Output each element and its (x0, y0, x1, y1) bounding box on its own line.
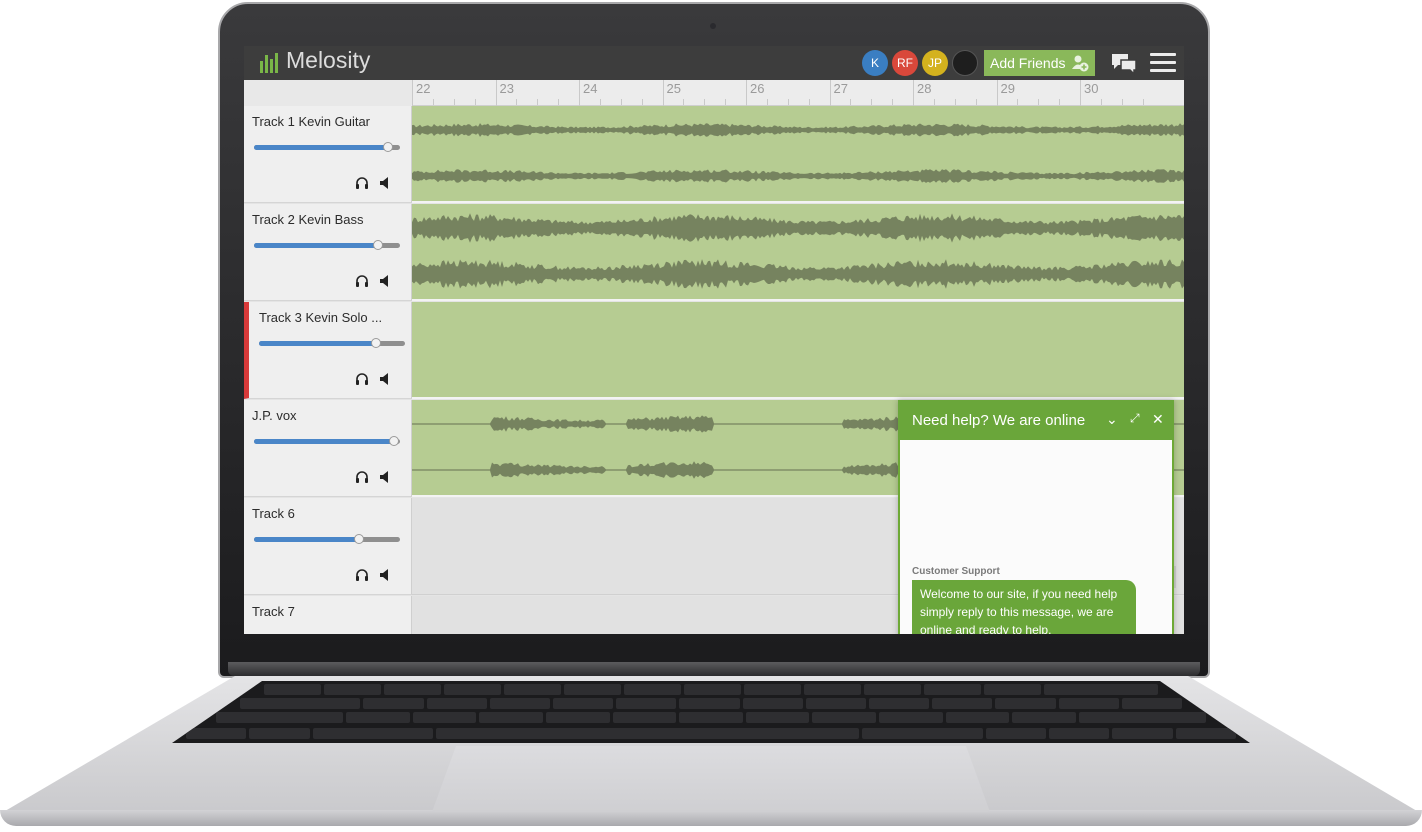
track-name[interactable]: Track 1 Kevin Guitar (252, 114, 370, 129)
track-header[interactable]: J.P. vox (244, 400, 412, 497)
ruler-tick (1080, 80, 1081, 106)
track-header[interactable]: Track 3 Kevin Solo ... (244, 302, 412, 399)
timeline-ruler[interactable]: 22 23 24 25 26 27 28 29 30 (244, 80, 1184, 106)
ruler-bar-number: 25 (666, 81, 681, 96)
chat-title: Need help? We are online (912, 411, 1086, 429)
add-user-icon (1072, 55, 1089, 72)
waveform-channel (412, 259, 1184, 289)
chat-message: Welcome to our site, if you need help si… (912, 580, 1136, 634)
ruler-bar-number: 27 (833, 81, 848, 96)
volume-slider[interactable] (254, 436, 400, 446)
ruler-tick (913, 80, 914, 106)
chat-sender: Customer Support (912, 566, 1000, 577)
hamburger-menu-icon[interactable] (1150, 53, 1176, 77)
volume-slider-thumb[interactable] (373, 240, 384, 250)
logo-bars-icon (260, 61, 263, 73)
track-row: Track 3 Kevin Solo ... (244, 302, 1184, 400)
waveform-channel (412, 123, 1184, 137)
add-friends-label: Add Friends (990, 55, 1066, 71)
close-icon[interactable]: ✕ (1152, 411, 1164, 428)
ruler-bar-number: 22 (416, 81, 431, 96)
ruler-bar-number: 30 (1084, 81, 1099, 96)
waveform-channel (412, 213, 1184, 243)
speaker-icon[interactable] (379, 372, 391, 391)
ruler-tick (746, 80, 747, 106)
speaker-icon[interactable] (379, 274, 391, 293)
ruler-bar-number: 23 (499, 81, 514, 96)
track-row: Track 1 Kevin Guitar (244, 106, 1184, 204)
track-header[interactable]: Track 2 Kevin Bass (244, 204, 412, 301)
volume-slider[interactable] (254, 240, 400, 250)
volume-slider-thumb[interactable] (354, 534, 365, 544)
avatar[interactable]: K (862, 50, 888, 76)
avatar[interactable]: JP (922, 50, 948, 76)
top-bar: Melosity K RF JP Add Friends (244, 46, 1184, 80)
headphones-icon[interactable] (355, 470, 369, 489)
volume-slider[interactable] (254, 534, 400, 544)
chat-bubbles-icon[interactable] (1110, 52, 1138, 76)
ruler-bar-number: 29 (1000, 81, 1015, 96)
track-lane[interactable] (412, 106, 1184, 203)
ruler-bar-number: 24 (583, 81, 598, 96)
volume-slider[interactable] (254, 142, 400, 152)
headphones-icon[interactable] (355, 568, 369, 587)
volume-slider-thumb[interactable] (383, 142, 394, 152)
logo[interactable]: Melosity (260, 47, 370, 73)
ruler-tick (662, 80, 664, 106)
waveform-channel (412, 169, 1184, 183)
laptop-base-edge (0, 810, 1422, 826)
track-name[interactable]: J.P. vox (252, 408, 297, 423)
avatar[interactable]: RF (892, 50, 918, 76)
ruler-tick (829, 80, 831, 106)
headphones-icon[interactable] (355, 274, 369, 293)
app-name: Melosity (286, 47, 371, 73)
speaker-icon[interactable] (379, 470, 391, 489)
app-screen: Melosity K RF JP Add Friends 22 23 24 25… (244, 46, 1184, 634)
audio-waveform (412, 123, 1184, 183)
volume-slider-thumb[interactable] (389, 436, 400, 446)
speaker-icon[interactable] (379, 176, 391, 195)
volume-slider-thumb[interactable] (370, 338, 381, 348)
ruler-tick (579, 80, 580, 106)
add-friends-button[interactable]: Add Friends (984, 50, 1095, 76)
ruler-tick (996, 80, 998, 106)
ruler-tick (412, 80, 413, 106)
minimize-chevron-icon[interactable]: ⌄ (1106, 411, 1118, 428)
speaker-icon[interactable] (379, 568, 391, 587)
track-name[interactable]: Track 6 (252, 506, 295, 521)
laptop-hinge (228, 662, 1200, 676)
audio-waveform (412, 213, 1184, 289)
track-lane[interactable] (412, 302, 1184, 399)
headphones-icon[interactable] (355, 372, 369, 391)
avatar[interactable] (952, 50, 978, 76)
trackpad (432, 746, 990, 812)
collaborator-avatars: K RF JP (862, 50, 978, 76)
volume-slider[interactable] (259, 338, 405, 348)
headphones-icon[interactable] (355, 176, 369, 195)
ruler-bar-number: 26 (750, 81, 765, 96)
webcam (710, 23, 716, 29)
track-name[interactable]: Track 3 Kevin Solo ... (259, 310, 382, 325)
support-chat-widget: Need help? We are online ⌄ ⤢ ✕ Customer … (898, 400, 1174, 634)
track-row: Track 2 Kevin Bass (244, 204, 1184, 302)
track-header[interactable]: Track 7 (244, 596, 412, 634)
ruler-bar-number: 28 (917, 81, 932, 96)
popout-icon[interactable]: ⤢ (1130, 411, 1140, 426)
track-header[interactable]: Track 6 (244, 498, 412, 595)
track-header[interactable]: Track 1 Kevin Guitar (244, 106, 412, 203)
keyboard (172, 681, 1250, 743)
track-lane[interactable] (412, 204, 1184, 301)
track-name[interactable]: Track 2 Kevin Bass (252, 212, 364, 227)
ruler-tick (495, 80, 497, 106)
track-name[interactable]: Track 7 (252, 604, 295, 619)
